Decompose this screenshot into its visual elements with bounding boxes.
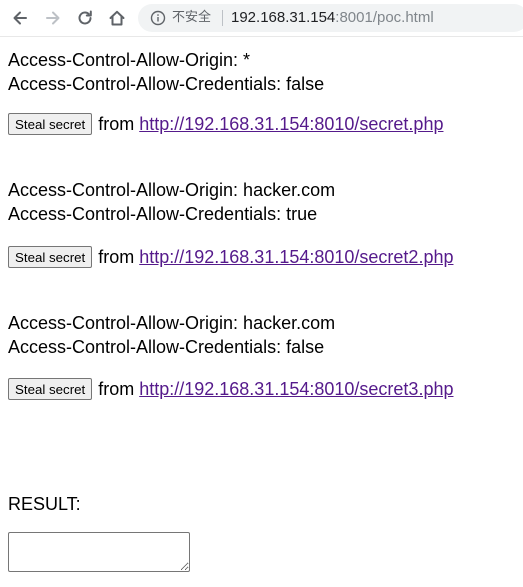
from-text: from bbox=[98, 379, 135, 399]
forward-button[interactable] bbox=[41, 6, 65, 30]
arrow-left-icon bbox=[13, 11, 27, 25]
info-icon[interactable] bbox=[150, 10, 166, 26]
credentials-header-line: Access-Control-Allow-Credentials: false bbox=[8, 337, 325, 357]
credentials-header-line: Access-Control-Allow-Credentials: true bbox=[8, 204, 318, 224]
security-status-label[interactable]: 不安全 bbox=[172, 10, 211, 26]
from-text: from bbox=[98, 114, 135, 134]
omnibox-divider bbox=[222, 10, 223, 26]
secret-link-3[interactable]: http://192.168.31.154:8010/secret3.php bbox=[139, 377, 453, 401]
back-button[interactable] bbox=[8, 6, 32, 30]
from-text: from bbox=[98, 247, 135, 267]
steal-row-2: Steal secret from http://192.168.31.154:… bbox=[8, 245, 453, 269]
secret-link-2[interactable]: http://192.168.31.154:8010/secret2.php bbox=[139, 245, 453, 269]
steal-secret-button-1[interactable]: Steal secret bbox=[8, 113, 93, 135]
reload-button[interactable] bbox=[73, 6, 97, 30]
url-text[interactable]: 192.168.31.154:8001/poc.html bbox=[231, 9, 434, 27]
cors-config-block-3: Access-Control-Allow-Origin: hacker.com … bbox=[8, 311, 335, 359]
home-button[interactable] bbox=[105, 6, 129, 30]
cors-config-block-2: Access-Control-Allow-Origin: hacker.com … bbox=[8, 178, 335, 226]
steal-secret-button-3[interactable]: Steal secret bbox=[8, 378, 93, 400]
origin-header-line: Access-Control-Allow-Origin: hacker.com bbox=[8, 313, 336, 333]
secret-link-1[interactable]: http://192.168.31.154:8010/secret.php bbox=[139, 112, 443, 136]
origin-header-line: Access-Control-Allow-Origin: * bbox=[8, 50, 251, 70]
url-path: :8001/poc.html bbox=[335, 9, 434, 26]
result-textarea[interactable] bbox=[8, 532, 190, 572]
origin-header-line: Access-Control-Allow-Origin: hacker.com bbox=[8, 180, 336, 200]
cors-config-block-1: Access-Control-Allow-Origin: * Access-Co… bbox=[8, 48, 324, 96]
home-icon bbox=[109, 10, 125, 26]
result-label: RESULT: bbox=[8, 494, 81, 514]
credentials-header-line: Access-Control-Allow-Credentials: false bbox=[8, 74, 325, 94]
steal-secret-button-2[interactable]: Steal secret bbox=[8, 246, 93, 268]
address-bar[interactable]: 不安全 192.168.31.154:8001/poc.html bbox=[138, 4, 523, 32]
arrow-right-icon bbox=[46, 11, 60, 25]
browser-toolbar: 不安全 192.168.31.154:8001/poc.html bbox=[0, 0, 523, 37]
steal-row-3: Steal secret from http://192.168.31.154:… bbox=[8, 377, 453, 401]
steal-row-1: Steal secret from http://192.168.31.154:… bbox=[8, 112, 443, 136]
reload-icon bbox=[78, 10, 92, 25]
url-host: 192.168.31.154 bbox=[231, 9, 336, 26]
